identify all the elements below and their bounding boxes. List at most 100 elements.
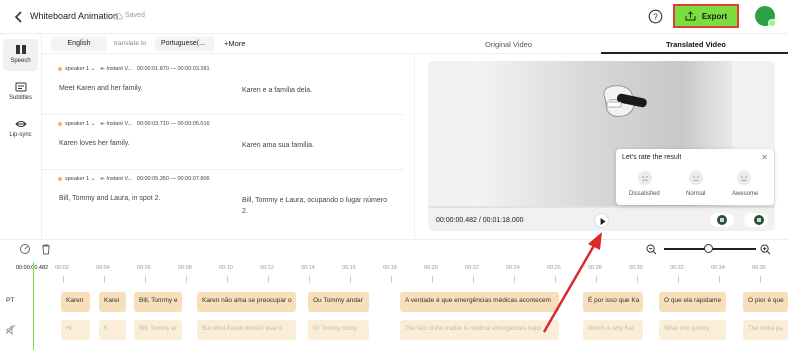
zoom-slider-handle[interactable] [704,244,713,253]
rating-label-normal: Normal [686,191,706,197]
sidebar-item-label: Speech [10,58,31,64]
target-language-select[interactable]: Portuguese(... [155,37,214,51]
time-tick-label: 00:08 [178,265,192,271]
timeline-segment[interactable]: O pior é que [743,292,788,312]
export-label: Export [701,11,728,21]
time-tick [145,276,146,283]
rating-label-awesome: Awesome [732,191,759,197]
end-time[interactable]: 00:00:05.016 [177,121,209,127]
avatar[interactable] [755,6,776,27]
more-languages-button[interactable]: +More [224,39,245,48]
time-tick [227,276,228,283]
normal-face-icon[interactable] [689,171,703,185]
voice-select[interactable]: Instant V... [106,176,132,182]
sidebar-item-lip-sync[interactable]: Lip-sync [3,114,38,146]
scrollbar[interactable] [414,54,415,239]
time-tick-label: 00:24 [506,265,520,271]
end-time[interactable]: 00:00:03.281 [177,66,209,72]
more-label: More [228,39,246,48]
svg-text:?: ? [653,13,658,22]
language-bar: English translate to Portuguese(... +Mor… [42,34,414,54]
sidebar-item-speech[interactable]: Speech [3,39,38,71]
saved-status: Saved [125,12,145,19]
timeline-segment[interactable]: Karen [61,292,90,312]
original-segment[interactable]: K [99,320,126,340]
subtitles-icon [15,82,26,92]
time-tick [719,276,720,283]
time-tick [104,276,105,283]
start-time[interactable]: 00:00:01.870 [137,66,169,72]
time-tick-label: 00:34 [711,265,725,271]
source-text[interactable]: Bill, Tommy and Laura, in spot 2. [59,195,160,202]
speaker-color-dot [58,66,62,71]
time-tick [268,276,269,283]
mute-icon[interactable] [6,325,16,335]
original-segment[interactable]: The fact of the matter is medical emerge… [400,320,559,340]
dissatisfied-face-icon[interactable] [638,171,652,185]
speaker-select[interactable]: speaker 1 [65,121,89,127]
speaker-color-dot [58,176,62,181]
timeline-segment[interactable]: O que ela rapidame [659,292,726,312]
voice-select[interactable]: Instant V... [106,121,132,127]
time-tick [760,276,761,283]
tab-original-video[interactable]: Original Video [485,40,532,49]
end-time[interactable]: 00:00:07.806 [177,176,209,182]
rating-popup: Let's rate the result ✕ Dissatisfied Nor… [616,149,774,205]
timeline-segment[interactable]: Ou Tommy andar [308,292,369,312]
timeline-segment[interactable]: Karei [99,292,126,312]
translated-text[interactable]: Bill, Tommy e Laura, ocupando o lugar nú… [242,195,392,217]
subtitle-row[interactable]: speaker 1 ⌄ ⟛ Instant V... 00:00:01.870 … [42,60,404,115]
video-tabs: Original Video Translated Video [415,34,788,54]
timeline-segment[interactable]: Bill, Tommy e [134,292,182,312]
source-text[interactable]: Meet Karen and her family. [59,85,143,92]
sidebar-item-label: Subtitles [8,95,32,101]
speed-icon[interactable] [19,243,31,255]
translated-text[interactable]: Karen ama sua família. [242,140,392,151]
speaker-select[interactable]: speaker 1 [65,176,89,182]
start-time[interactable]: 00:00:03.710 [137,121,169,127]
original-segment[interactable]: But what Karen doesn't love is [197,320,296,340]
sidebar-item-subtitles[interactable]: Subtitles [3,77,38,109]
time-tick-label: 00:18 [383,265,397,271]
translate-to-label: translate to [114,40,147,47]
hand-drawing-image [603,85,647,117]
voice-icon: ⟛ [99,176,105,182]
zoom-in-icon[interactable] [760,244,771,255]
video-progress-bar[interactable] [428,206,775,208]
time-tick [432,276,433,283]
source-language-select[interactable]: English [51,37,107,51]
timeline-segment[interactable]: A verdade é que emergências médicas acon… [400,292,559,312]
close-icon[interactable]: ✕ [761,153,768,162]
voice-select[interactable]: Instant V... [106,66,132,72]
timeline-segment[interactable]: Karen não ama se preocupar o [197,292,296,312]
original-segment[interactable]: Or Tommy riding [308,320,369,340]
back-arrow-icon[interactable] [12,10,26,24]
help-icon[interactable]: ? [648,9,663,24]
subtitle-toggle[interactable] [744,213,768,227]
time-tick [350,276,351,283]
original-segment[interactable]: What she quickly [659,320,726,340]
original-segment[interactable]: Bill, Tommy ar [134,320,182,340]
time-tick-label: 00:02 [55,265,69,271]
tab-translated-video[interactable]: Translated Video [666,40,726,49]
awesome-face-icon[interactable] [737,171,751,185]
playhead[interactable] [33,262,34,350]
volume-toggle[interactable] [710,213,734,227]
original-segment[interactable]: The worst pa [743,320,788,340]
project-title[interactable]: Whiteboard Animation [30,11,118,21]
subtitle-row[interactable]: speaker 1 ⌄ ⟛ Instant V... 00:00:03.710 … [42,115,404,170]
caption-icon [754,215,764,225]
source-text[interactable]: Karen loves her family. [59,140,130,147]
zoom-out-icon[interactable] [646,244,657,255]
translated-text[interactable]: Karen e a família dela. [242,85,392,96]
time-tick-label: 00:10 [219,265,233,271]
original-segment[interactable]: Hi [61,320,90,340]
cloud-saved-icon [113,13,123,20]
speech-icon [15,45,26,54]
trash-icon[interactable] [40,243,52,255]
start-time[interactable]: 00:00:05.350 [137,176,169,182]
row-meta: speaker 1 ⌄ ⟛ Instant V... 00:00:01.870 … [58,66,210,73]
speaker-select[interactable]: speaker 1 [65,66,89,72]
export-button[interactable]: Export [673,4,739,28]
subtitle-row[interactable]: speaker 1 ⌄ ⟛ Instant V... 00:00:05.350 … [42,170,404,238]
